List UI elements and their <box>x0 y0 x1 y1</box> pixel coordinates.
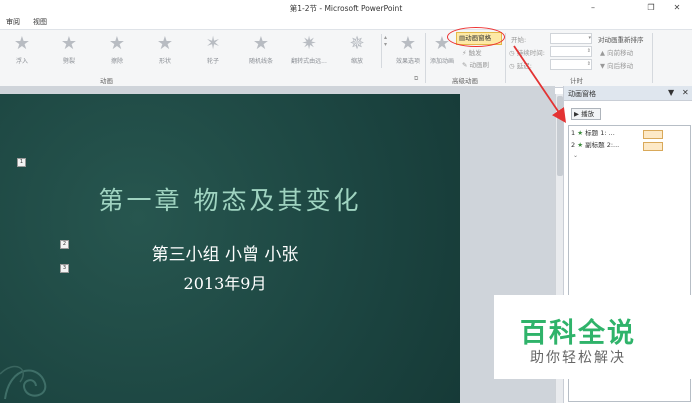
watermark-logo: 百科全说 助你轻松解决 <box>494 295 692 379</box>
watermark-sub: 助你轻松解决 <box>530 350 626 366</box>
watermark-main: 百科全说 <box>520 318 636 349</box>
